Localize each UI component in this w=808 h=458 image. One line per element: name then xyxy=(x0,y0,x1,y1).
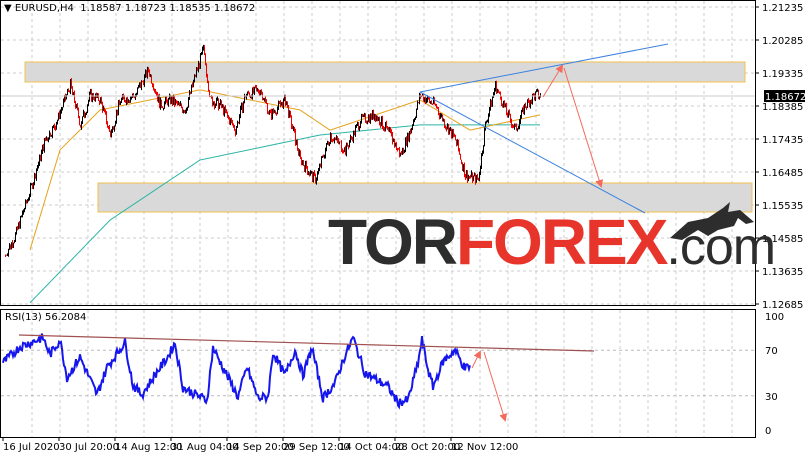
rsi-tick-label: 30 xyxy=(765,392,778,403)
y-tick-label: 1.21235 xyxy=(762,3,803,14)
y-tick-label: 1.18385 xyxy=(762,102,803,113)
ohlc-high: 1.18723 xyxy=(124,3,167,14)
ohlc-open: 1.18587 xyxy=(80,3,122,14)
support-resistance-zone xyxy=(24,61,746,83)
y-tick-label: 1.17435 xyxy=(762,135,803,146)
x-tick-label: 30 Jul 20:00 xyxy=(59,442,119,453)
x-tick-label: 16 Jul 2020 xyxy=(3,442,60,453)
rsi-tick-label: 70 xyxy=(765,346,778,357)
y-tick-label: 1.12685 xyxy=(762,300,803,311)
ohlc-low: 1.18535 xyxy=(169,3,211,14)
rsi-pane xyxy=(0,309,756,438)
y-tick-label: 1.20285 xyxy=(762,36,803,47)
symbol: EURUSD,H4 xyxy=(14,3,74,14)
rsi-tick-label: 100 xyxy=(765,312,784,323)
bull-logo-icon xyxy=(670,202,754,240)
rsi-tick-label: 0 xyxy=(765,426,771,437)
rsi-arrow-down xyxy=(483,351,508,422)
ohlc-close: 1.18672 xyxy=(213,3,256,14)
symbol-header: ▼ EURUSD,H4 1.18587 1.18723 1.18535 1.18… xyxy=(4,3,255,14)
y-tick-label: 1.19335 xyxy=(762,69,803,80)
chart-window: 1.21235 1.20285 1.19335 1.18385 1.17435 1.164… xyxy=(0,0,808,458)
forecast-arrow-down xyxy=(563,67,604,188)
collapse-triangle-icon[interactable]: ▼ xyxy=(4,3,12,14)
x-tick-label: 12 Nov 12:00 xyxy=(451,442,518,453)
rsi-label: RSI(13) 56.2084 xyxy=(5,312,87,323)
current-price-label: 1.18672 xyxy=(765,92,806,103)
y-tick-label: 1.16485 xyxy=(762,168,803,179)
rsi-arrow-up xyxy=(471,350,481,369)
logo-tor: TOR xyxy=(328,206,458,278)
logo-forex: FOREX xyxy=(455,206,668,278)
